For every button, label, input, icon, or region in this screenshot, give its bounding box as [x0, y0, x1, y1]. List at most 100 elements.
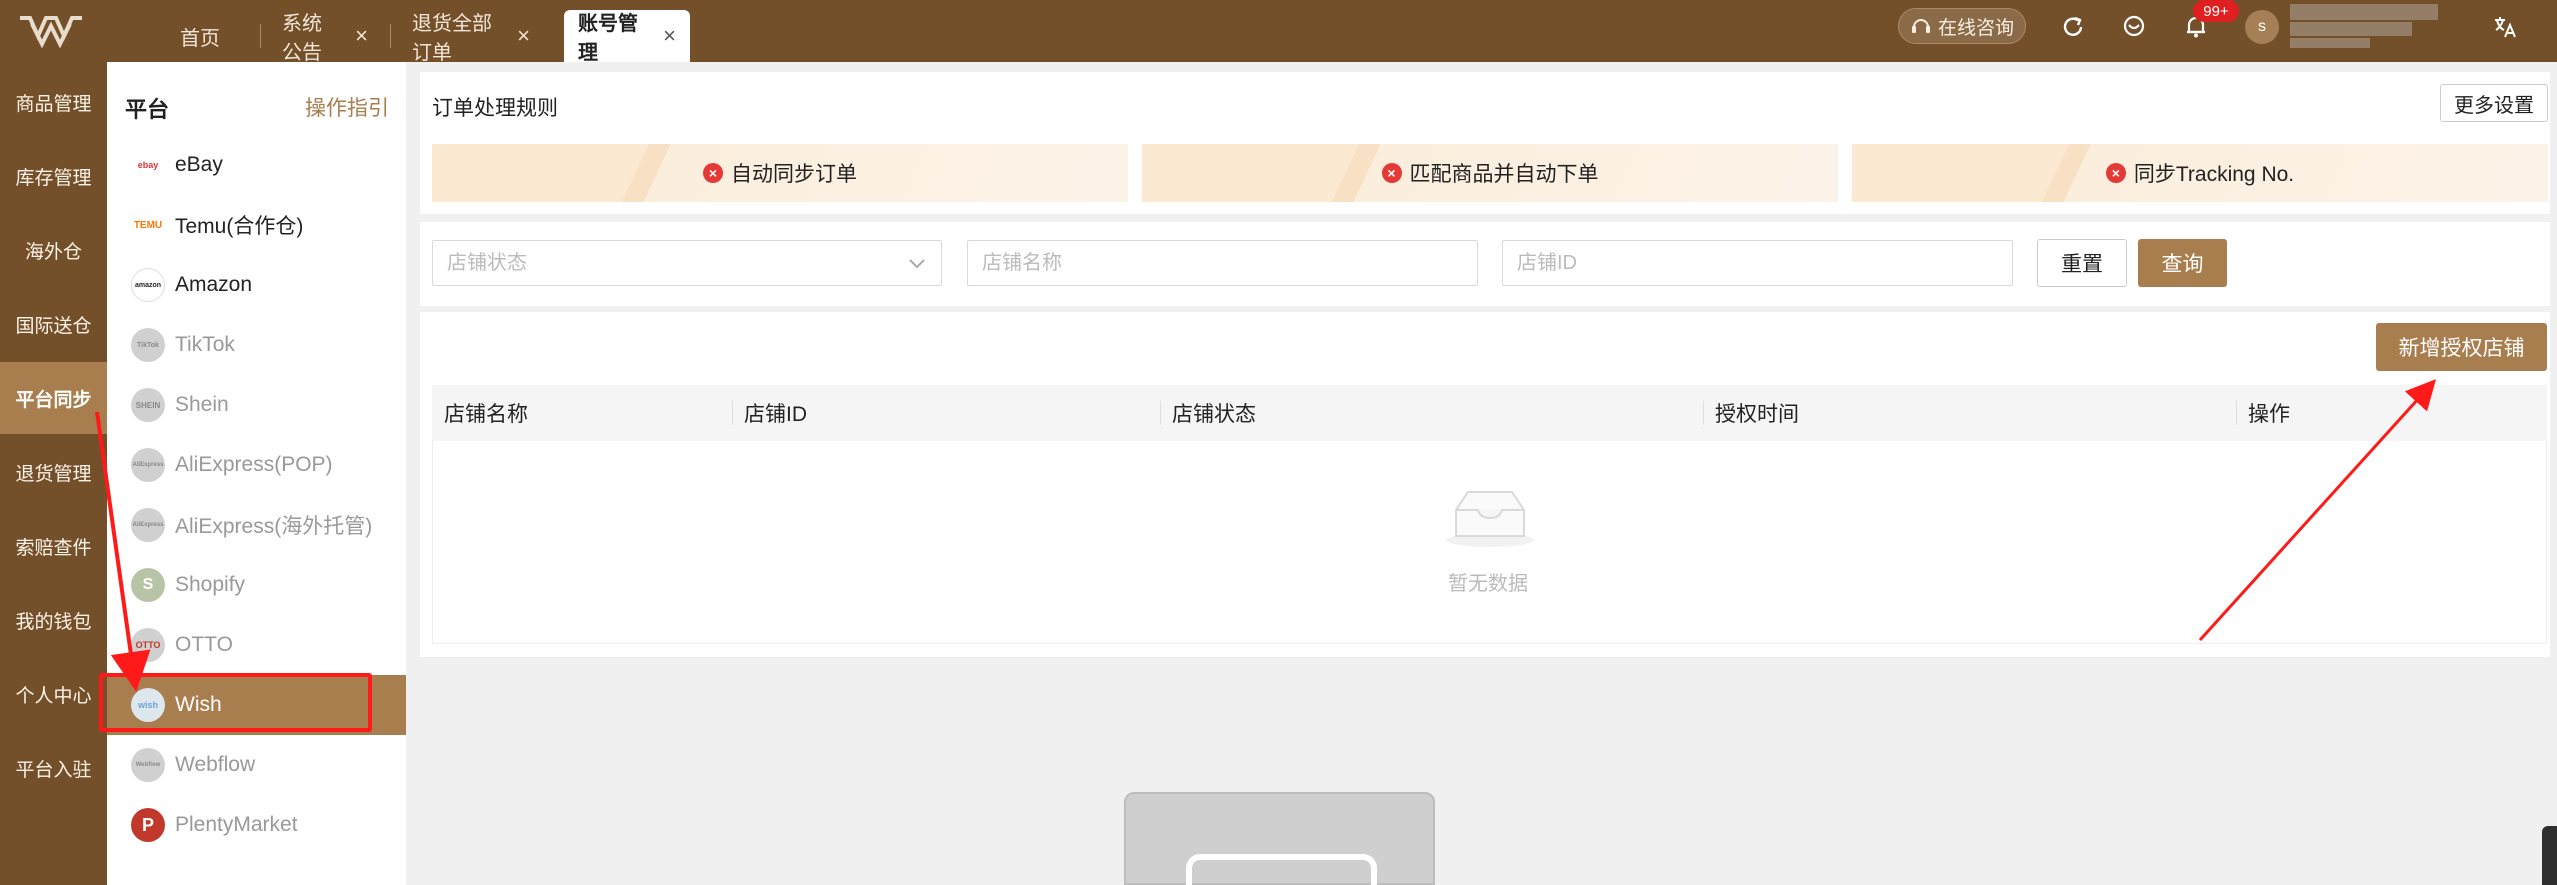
operation-guide-link[interactable]: 操作指引 — [305, 92, 389, 122]
nav-label: 海外仓 — [24, 241, 82, 263]
column-auth-time: 授权时间 — [1703, 385, 2236, 441]
user-name-redacted[interactable] — [2290, 4, 2450, 48]
rule-label: 匹配商品并自动下单 — [1409, 163, 1599, 186]
platform-item-aliexpress-overseas[interactable]: AliExpress AliExpress(海外托管) — [107, 495, 406, 555]
rule-auto-sync-orders: × 自动同步订单 — [432, 144, 1128, 202]
platform-label: eBay — [175, 153, 223, 176]
store-status-select[interactable] — [432, 240, 942, 286]
aliexpress-icon: AliExpress — [131, 508, 165, 542]
platform-item-ebay[interactable]: ebay eBay — [107, 135, 406, 195]
empty-box-icon — [1446, 491, 1534, 547]
error-icon: × — [2105, 163, 2126, 183]
temu-icon: TEMU — [131, 208, 165, 242]
nav-label: 退货管理 — [15, 463, 92, 485]
nav-item-inventory[interactable]: 库存管理 — [0, 140, 107, 212]
aliexpress-icon: AliExpress — [131, 448, 165, 482]
store-id-field[interactable] — [1502, 240, 2013, 286]
top-bar: 首页 系统公告 × 退货全部订单 × 账号管理 × 在线咨询 99+ s — [0, 0, 2557, 64]
location-icon[interactable] — [2119, 12, 2149, 42]
amazon-icon: amazon — [131, 268, 165, 302]
nav-item-platform-sync[interactable]: 平台同步 — [0, 362, 107, 434]
platform-label: Temu(合作仓) — [175, 215, 304, 238]
rule-label: 自动同步订单 — [731, 163, 857, 186]
ebay-icon: ebay — [131, 148, 165, 182]
otto-icon: OTTO — [131, 628, 165, 662]
platform-item-shein[interactable]: SHEIN Shein — [107, 375, 406, 435]
order-rules-title: 订单处理规则 — [432, 97, 558, 120]
store-status-input[interactable] — [447, 251, 941, 275]
platform-label: PlentyMarket — [175, 813, 298, 836]
store-id-input[interactable] — [1517, 251, 2012, 275]
logo-icon[interactable] — [18, 14, 84, 48]
tiktok-icon: TikTok — [131, 328, 165, 362]
nav-item-intl-shipping[interactable]: 国际送仓 — [0, 288, 107, 360]
tab-home[interactable]: 首页 — [140, 10, 260, 62]
tab-label: 退货全部订单 — [412, 13, 492, 64]
notification-badge: 99+ — [2193, 0, 2239, 22]
store-name-field[interactable] — [967, 240, 1478, 286]
platform-label: Shein — [175, 393, 229, 416]
platform-label: Amazon — [175, 273, 253, 296]
nav-label: 个人中心 — [15, 685, 92, 707]
column-store-name: 店铺名称 — [444, 403, 528, 426]
platform-item-amazon[interactable]: amazon Amazon — [107, 255, 406, 315]
platform-label: Shopify — [175, 573, 246, 596]
reset-button[interactable]: 重置 — [2037, 239, 2127, 287]
translate-icon[interactable] — [2490, 12, 2520, 42]
nav-label: 索赔查件 — [15, 537, 92, 559]
nav-item-platform-onboarding[interactable]: 平台入驻 — [0, 732, 107, 804]
nav-item-wallet[interactable]: 我的钱包 — [0, 584, 107, 656]
platform-item-webflow[interactable]: Webflow Webflow — [107, 735, 406, 795]
platform-panel: 平台 操作指引 ebay eBay TEMU Temu(合作仓) amazon … — [107, 62, 406, 885]
nav-label: 我的钱包 — [15, 611, 92, 633]
tab-bar: 首页 系统公告 × 退货全部订单 × 账号管理 × — [140, 10, 690, 64]
scrollbar-thumb[interactable] — [2542, 826, 2557, 885]
rule-match-products-auto-order: × 匹配商品并自动下单 — [1142, 144, 1838, 202]
tab-label: 首页 — [180, 27, 220, 50]
nav-item-profile[interactable]: 个人中心 — [0, 658, 107, 730]
tab-returns-orders[interactable]: 退货全部订单 × — [390, 10, 552, 64]
nav-item-products[interactable]: 商品管理 — [0, 66, 107, 138]
platform-label: Webflow — [175, 753, 256, 776]
tab-announcements[interactable]: 系统公告 × — [260, 10, 390, 64]
error-icon: × — [1381, 163, 1402, 183]
store-name-input[interactable] — [982, 251, 1477, 275]
empty-data-text: 暂无数据 — [1448, 573, 1528, 595]
avatar[interactable]: s — [2245, 10, 2279, 44]
chevron-down-icon — [909, 259, 925, 269]
platform-item-aliexpress-pop[interactable]: AliExpress AliExpress(POP) — [107, 435, 406, 495]
add-authorized-store-button[interactable]: 新增授权店铺 — [2376, 323, 2547, 371]
highlight-box — [99, 673, 372, 732]
left-nav: 商品管理 库存管理 海外仓 国际送仓 平台同步 退货管理 索赔查件 我的钱包 个… — [0, 62, 107, 885]
tab-account-management[interactable]: 账号管理 × — [564, 10, 690, 64]
more-settings-button[interactable]: 更多设置 — [2440, 84, 2548, 122]
refresh-icon[interactable] — [2058, 12, 2088, 42]
nav-item-returns[interactable]: 退货管理 — [0, 436, 107, 508]
nav-item-claims[interactable]: 索赔查件 — [0, 510, 107, 582]
table-header: 店铺名称 店铺ID 店铺状态 授权时间 操作 — [432, 385, 2547, 441]
nav-label: 库存管理 — [15, 167, 92, 189]
nav-label: 平台入驻 — [15, 759, 92, 781]
close-icon[interactable]: × — [355, 23, 368, 49]
column-actions: 操作 — [2236, 385, 2547, 441]
close-icon[interactable]: × — [663, 23, 676, 49]
rule-label: 同步Tracking No. — [2133, 163, 2295, 186]
close-icon[interactable]: × — [517, 23, 530, 49]
placeholder-graphic — [1124, 792, 1435, 885]
tab-label: 账号管理 — [578, 13, 638, 64]
platform-item-tiktok[interactable]: TikTok TikTok — [107, 315, 406, 375]
platform-item-shopify[interactable]: S Shopify — [107, 555, 406, 615]
plentymarket-icon: P — [131, 808, 165, 842]
platform-item-otto[interactable]: OTTO OTTO — [107, 615, 406, 675]
platform-label: AliExpress(POP) — [175, 453, 333, 476]
platform-label: OTTO — [175, 633, 233, 656]
nav-item-overseas-warehouse[interactable]: 海外仓 — [0, 214, 107, 286]
query-button[interactable]: 查询 — [2138, 239, 2227, 287]
shopify-icon: S — [131, 568, 165, 602]
error-icon: × — [703, 163, 723, 183]
platform-item-plentymarket[interactable]: P PlentyMarket — [107, 795, 406, 855]
platform-item-temu[interactable]: TEMU Temu(合作仓) — [107, 195, 406, 255]
webflow-icon: Webflow — [131, 748, 165, 782]
online-consult-button[interactable]: 在线咨询 — [1898, 8, 2026, 44]
shein-icon: SHEIN — [131, 388, 165, 422]
